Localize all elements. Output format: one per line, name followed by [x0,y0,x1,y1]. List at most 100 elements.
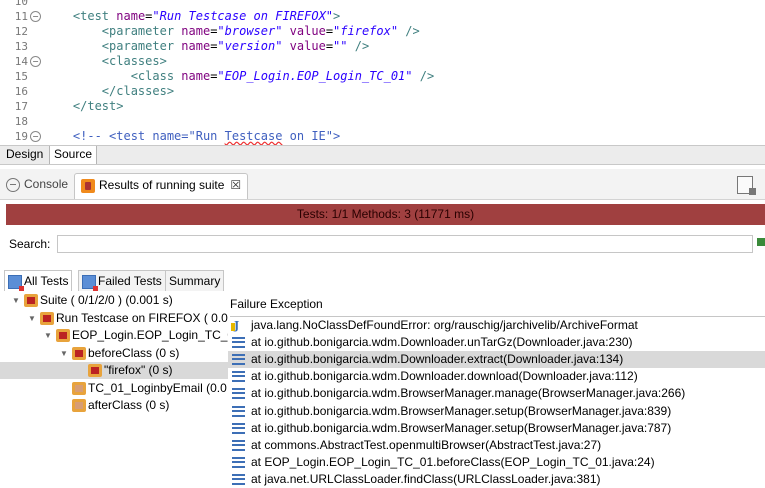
tree-node[interactable]: afterClass (0 s) [0,397,228,414]
stack-trace-row[interactable]: at EOP_Login.EOP_Login_TC_01.beforeClass… [228,454,765,471]
console-icon [6,177,20,192]
code-token: /> [347,39,370,53]
stack-trace-row[interactable]: at io.github.bonigarcia.wdm.Downloader.d… [228,368,765,385]
tab-source[interactable]: Source [49,146,98,164]
stack-trace-row[interactable]: java.lang.NoClassDefFoundError: org/raus… [228,317,765,334]
tab-console[interactable]: Console [6,173,68,195]
line-number: 16 [14,85,28,98]
expand-arrow-icon[interactable]: ▼ [12,292,20,309]
check-icon [757,238,765,246]
code-line[interactable]: 13 <parameter name="version" value="" /> [0,39,765,54]
code-line[interactable]: 10 [0,0,765,9]
tab-results[interactable]: Results of running suite ☒ [74,173,249,199]
failure-exception-header: Failure Exception [230,297,323,311]
search-input[interactable] [57,235,753,253]
code-token: "" [333,39,348,53]
code-text: <classes> [44,54,167,69]
code-text: <class name="EOP_Login.EOP_Login_TC_01" … [44,69,434,84]
fold-toggle-icon[interactable]: − [30,11,41,22]
stack-trace-row[interactable]: at io.github.bonigarcia.wdm.BrowserManag… [228,403,765,420]
line-number: 15 [14,70,28,83]
tab-summary[interactable]: Summary [165,270,225,291]
code-line[interactable]: 17 </test> [0,99,765,114]
test-failed-icon [24,294,38,307]
tree-node[interactable]: TC_01_LoginbyEmail (0.0 [0,380,228,397]
view-tab-bar: Console Results of running suite ☒ [0,169,765,200]
line-number: 10 [14,0,28,8]
stack-frame-icon [232,422,245,436]
line-number: 14 [14,55,28,68]
code-token: <test [72,9,117,23]
stack-trace-row[interactable]: at io.github.bonigarcia.wdm.Downloader.e… [228,351,765,369]
code-token: > [333,9,341,23]
code-line[interactable]: 15 <class name="EOP_Login.EOP_Login_TC_0… [0,69,765,84]
code-line[interactable]: 16 </classes> [0,84,765,99]
code-line[interactable]: 14− <classes> [0,54,765,69]
tab-failed-tests[interactable]: Failed Tests [78,270,166,291]
export-icon[interactable] [737,176,756,195]
tree-node-label: TC_01_LoginbyEmail (0.0 [88,380,227,395]
code-token: = [325,24,334,38]
code-line[interactable]: 12 <parameter name="browser" value="fire… [0,24,765,39]
tree-node[interactable]: ▼ Suite ( 0/1/2/0 ) (0.001 s) [0,292,228,309]
code-token: value [282,39,326,53]
failed-tests-icon [82,274,98,291]
code-token: name [181,24,211,38]
tree-node-label: afterClass (0 s) [88,398,170,412]
code-line[interactable]: 19− <!-- <test name="Run Testcase on IE"… [0,129,765,144]
tree-node[interactable]: ▼ beforeClass (0 s) [0,345,228,362]
stack-trace-text: at java.net.URLClassLoader.findClass(URL… [251,471,601,486]
stack-trace-row[interactable]: at commons.AbstractTest.openmultiBrowser… [228,437,765,454]
tab-results-label: Results of running suite [99,178,225,192]
stack-trace-row[interactable]: at io.github.bonigarcia.wdm.BrowserManag… [228,385,765,402]
code-token: <!-- <test name="Run [72,129,225,143]
code-token: </test> [72,99,124,113]
stack-trace-row[interactable]: at io.github.bonigarcia.wdm.Downloader.u… [228,334,765,351]
code-token: Testcase [224,129,283,143]
line-number: 13 [14,40,28,53]
stack-trace-text: at io.github.bonigarcia.wdm.BrowserManag… [251,403,672,418]
tab-design[interactable]: Design [2,146,47,164]
tree-node-label: beforeClass (0 s) [88,345,180,360]
test-failed-icon [72,346,86,360]
line-number: 11 [14,10,28,23]
stack-trace-row[interactable]: at io.github.bonigarcia.wdm.BrowserManag… [228,420,765,437]
stack-trace-text: at io.github.bonigarcia.wdm.Downloader.d… [251,369,638,384]
expand-arrow-icon[interactable]: ▼ [28,310,36,327]
code-text: </test> [44,99,124,114]
tree-node[interactable]: ▼ EOP_Login.EOP_Login_TC_01 [0,327,228,344]
code-line[interactable]: 11− <test name="Run Testcase on FIREFOX"… [0,9,765,24]
code-token: value [282,24,326,38]
results-tabs: All Tests Failed Tests Summary [0,270,225,291]
stack-trace-text: at io.github.bonigarcia.wdm.BrowserManag… [251,386,686,401]
stack-trace-text: java.lang.NoClassDefFoundError: org/raus… [251,318,638,332]
code-token: <parameter [101,24,182,38]
expand-arrow-icon[interactable]: ▼ [44,327,52,344]
code-token: </classes> [101,84,175,98]
code-token: "EOP_Login.EOP_Login_TC_01" [217,69,413,83]
tree-node[interactable]: ▼ Run Testcase on FIREFOX ( 0.00 [0,310,228,327]
stack-trace-text: at io.github.bonigarcia.wdm.Downloader.e… [251,352,624,367]
stack-trace-text: at io.github.bonigarcia.wdm.Downloader.u… [251,335,633,350]
stack-frame-icon [232,337,245,350]
tab-console-label: Console [24,177,69,191]
code-line[interactable]: 18 [0,114,765,129]
tree-node-label: EOP_Login.EOP_Login_TC_01 [72,328,228,342]
tree-node-label: Run Testcase on FIREFOX ( 0.00 [56,310,228,325]
code-token: on IE"> [282,129,341,143]
test-tree: ▼ Suite ( 0/1/2/0 ) (0.001 s) ▼ Run Testcas… [0,292,228,488]
expand-arrow-icon[interactable]: ▼ [60,345,68,362]
tree-node[interactable]: "firefox" (0 s) [0,362,228,379]
close-icon[interactable]: ☒ [230,178,241,192]
fold-toggle-icon[interactable]: − [30,131,41,142]
code-token: "browser" [217,24,283,38]
code-token: name [116,9,146,23]
xml-source-editor[interactable]: 10 11− <test name="Run Testcase on FIREFO… [0,0,765,145]
stack-trace-row[interactable]: at java.net.URLClassLoader.findClass(URL… [228,471,765,488]
fold-toggle-icon[interactable]: − [30,56,41,67]
stack-trace-text: at commons.AbstractTest.openmultiBrowser… [251,437,602,452]
code-text: </classes> [44,84,174,99]
tab-all-tests[interactable]: All Tests [4,270,73,291]
